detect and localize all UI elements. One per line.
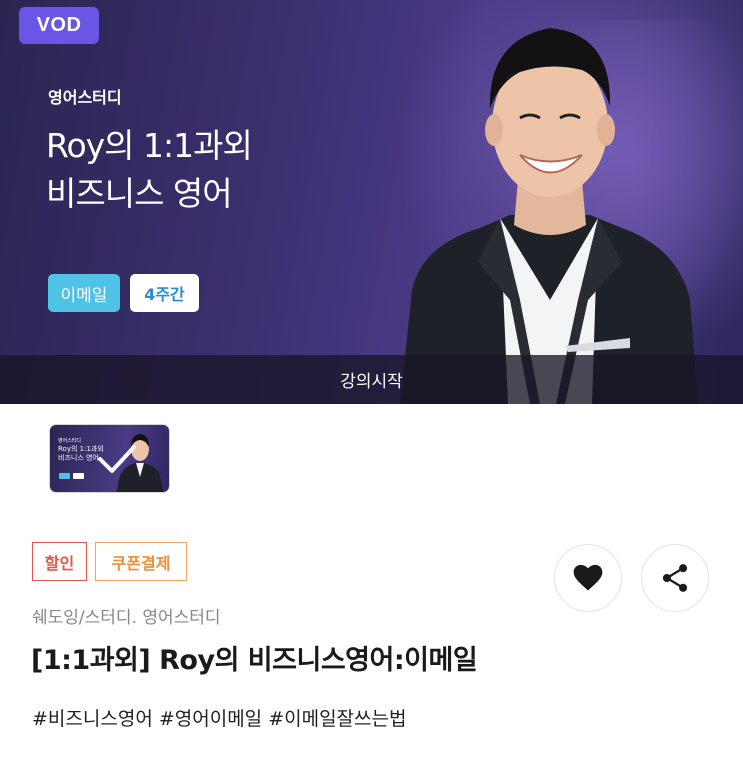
hero-title: Roy의 1:1과외 비즈니스 영어 xyxy=(46,122,253,218)
breadcrumb[interactable]: 쉐도잉/스터디. 영어스터디 xyxy=(32,603,221,628)
thumbnail-selected[interactable]: 영어스터디 Roy의 1:1과외 비즈니스 영어 xyxy=(49,424,170,493)
hero-banner[interactable]: VOD 영어스터디 Roy의 1:1과외 비즈니스 영어 이메일 4주간 강의시… xyxy=(0,0,743,404)
hero-title-line2: 비즈니스 영어 xyxy=(46,174,233,213)
sale-badge: 할인 xyxy=(32,542,87,581)
product-badges: 할인 쿠폰결제 xyxy=(32,542,187,581)
instructor-photo xyxy=(400,28,698,404)
hero-tags: 이메일 4주간 xyxy=(48,274,199,312)
coupon-badge: 쿠폰결제 xyxy=(95,542,187,581)
share-icon xyxy=(662,564,688,592)
share-button[interactable] xyxy=(641,544,709,612)
vod-badge: VOD xyxy=(19,7,99,44)
tag-duration: 4주간 xyxy=(130,274,199,312)
tag-email: 이메일 xyxy=(48,274,120,312)
like-button[interactable] xyxy=(554,544,622,612)
checkmark-icon xyxy=(98,445,136,473)
hashtags[interactable]: #비즈니스영어 #영어이메일 #이메일잘쓰는법 xyxy=(32,704,406,731)
product-title: [1:1과외] Roy의 비즈니스영어:이메일 xyxy=(31,645,478,676)
hero-category: 영어스터디 xyxy=(48,88,122,107)
heart-icon xyxy=(573,564,603,591)
start-lecture-bar[interactable]: 강의시작 xyxy=(0,355,743,404)
hero-title-line1: Roy의 1:1과외 xyxy=(46,126,253,165)
